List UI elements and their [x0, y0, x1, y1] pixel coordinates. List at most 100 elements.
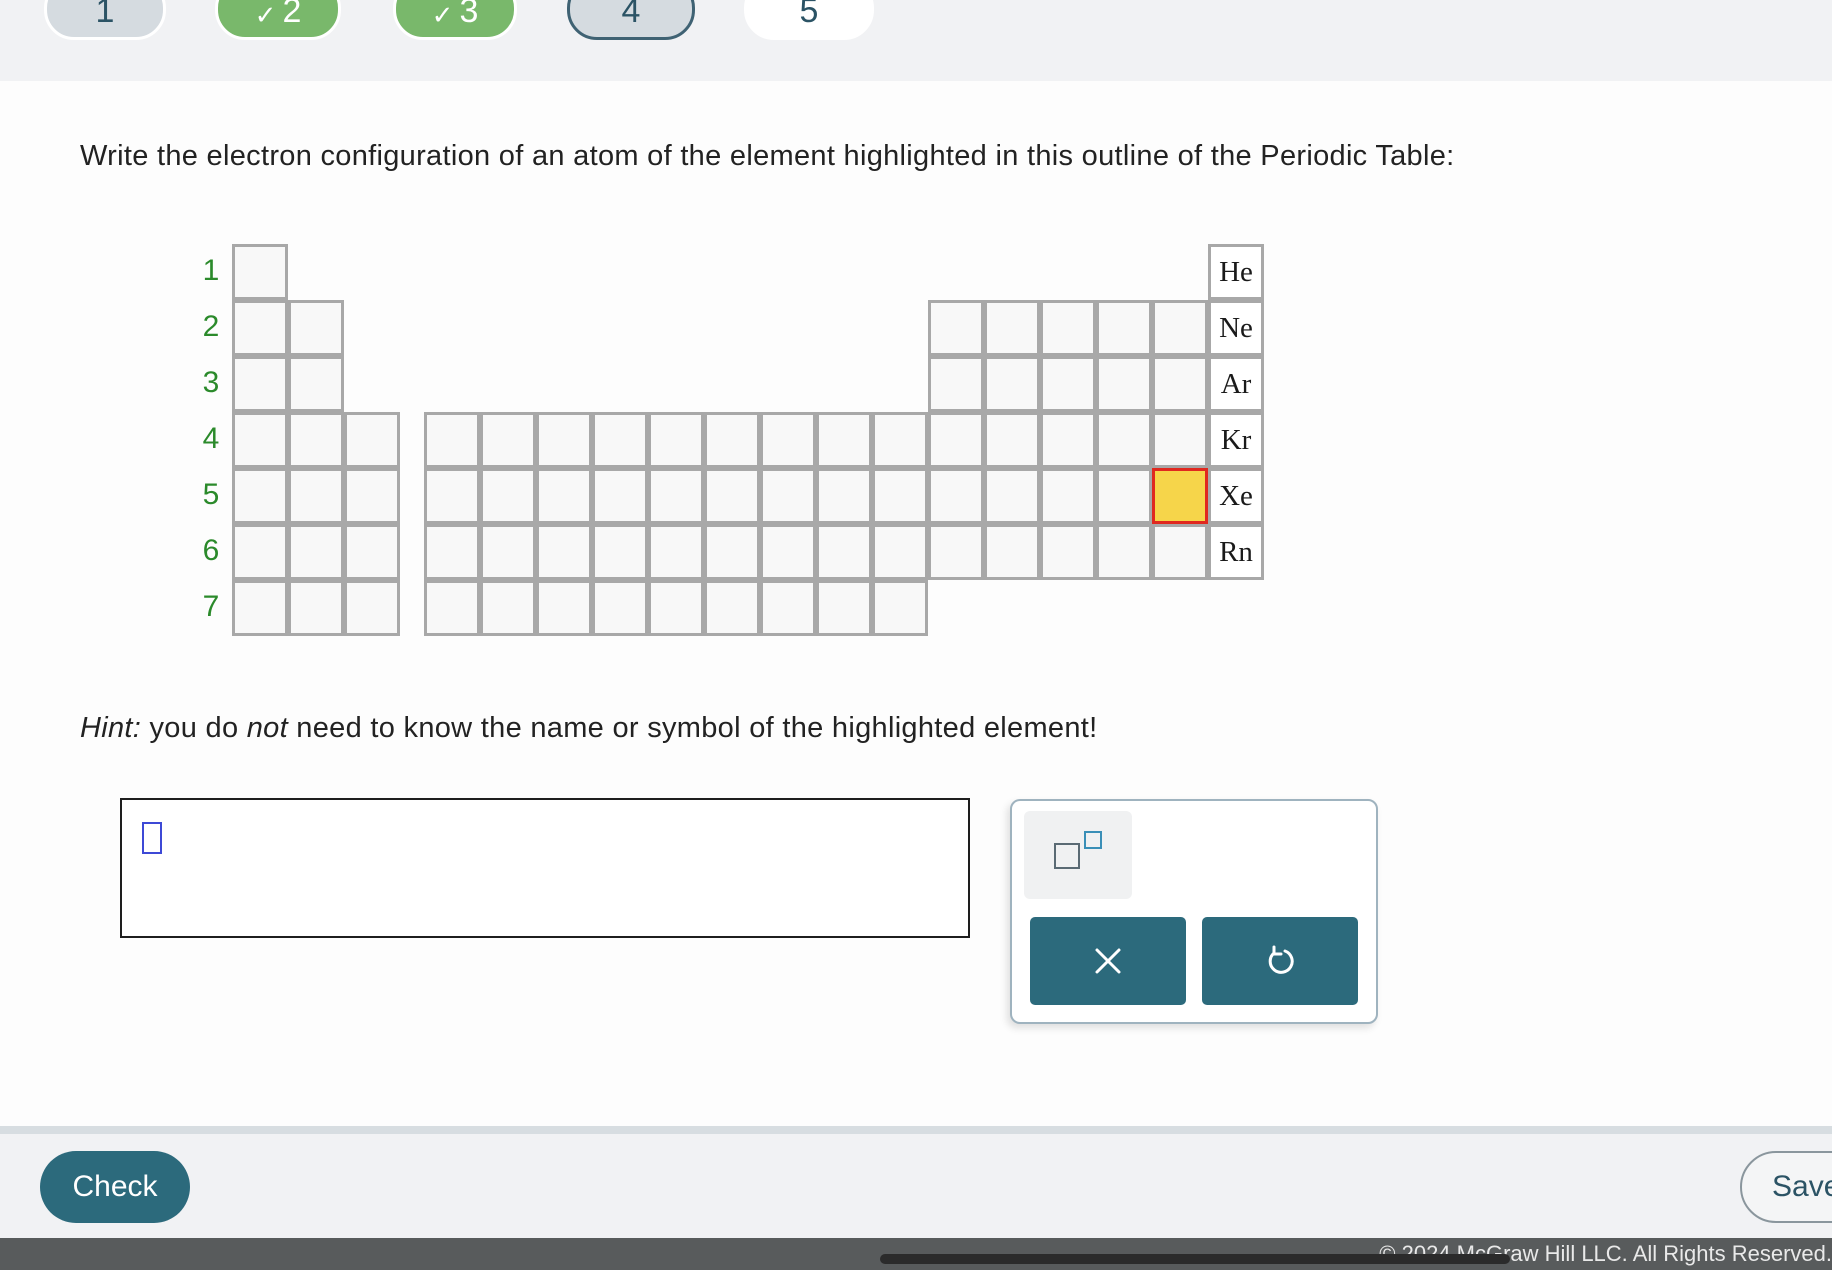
element-cell [232, 412, 288, 468]
element-cell [288, 580, 344, 636]
period-label: 3 [202, 366, 220, 399]
clear-button[interactable] [1030, 917, 1186, 1005]
element-cell [1096, 468, 1152, 524]
element-cell [424, 468, 480, 524]
element-cell [928, 300, 984, 356]
noble-gas-cell: Ne [1208, 300, 1264, 356]
element-cell [1040, 412, 1096, 468]
element-cell [592, 524, 648, 580]
noble-gas-cell: Ar [1208, 356, 1264, 412]
element-cell [872, 524, 928, 580]
element-cell [1152, 524, 1208, 580]
element-cell [1040, 468, 1096, 524]
check-button[interactable]: Check [40, 1151, 190, 1223]
checkmark-icon: ✓ [431, 0, 454, 30]
hint-part1: you do [141, 712, 247, 744]
period-label: 2 [202, 310, 220, 343]
element-cell [760, 412, 816, 468]
element-cell [704, 468, 760, 524]
element-cell [1096, 300, 1152, 356]
element-cell [344, 580, 400, 636]
step-label: 1 [95, 0, 115, 30]
step-5-button[interactable]: 5 [744, 0, 874, 40]
element-cell [480, 412, 536, 468]
element-cell [344, 524, 400, 580]
element-cell [232, 244, 288, 300]
close-icon [1095, 948, 1121, 974]
element-cell [536, 412, 592, 468]
element-cell [1096, 524, 1152, 580]
element-cell [1152, 300, 1208, 356]
element-cell [232, 580, 288, 636]
element-cell [984, 300, 1040, 356]
element-cell [648, 412, 704, 468]
element-cell [760, 468, 816, 524]
element-cell [984, 468, 1040, 524]
hint-emphasis: not [246, 712, 288, 744]
element-cell [816, 412, 872, 468]
element-cell [928, 468, 984, 524]
element-cell [648, 468, 704, 524]
element-cell [816, 524, 872, 580]
element-cell [288, 524, 344, 580]
element-cell [344, 412, 400, 468]
noble-gas-cell: Kr [1208, 412, 1264, 468]
element-cell [984, 356, 1040, 412]
element-cell [1040, 300, 1096, 356]
element-cell [984, 524, 1040, 580]
superscript-button[interactable] [1024, 811, 1132, 899]
element-cell [1152, 356, 1208, 412]
element-cell [424, 524, 480, 580]
element-cell [928, 356, 984, 412]
save-button[interactable]: Save [1740, 1151, 1832, 1223]
save-label: Save [1772, 1170, 1832, 1203]
noble-gas-cell: Xe [1208, 468, 1264, 524]
hint-prefix: Hint: [80, 712, 142, 744]
element-cell [928, 412, 984, 468]
element-cell [816, 580, 872, 636]
element-cell [288, 300, 344, 356]
step-label: 2 [282, 0, 302, 30]
element-cell [816, 468, 872, 524]
element-cell [480, 524, 536, 580]
element-cell [480, 468, 536, 524]
step-2-button[interactable]: ✓ 2 [215, 0, 341, 40]
element-cell [872, 580, 928, 636]
element-cell [592, 468, 648, 524]
element-cell [424, 412, 480, 468]
element-cell [232, 356, 288, 412]
element-cell [536, 580, 592, 636]
element-cell [536, 524, 592, 580]
element-cell [872, 468, 928, 524]
step-1-button[interactable]: 1 [44, 0, 166, 40]
element-cell [1152, 412, 1208, 468]
element-cell [984, 412, 1040, 468]
element-cell [232, 468, 288, 524]
question-prompt: Write the electron configuration of an a… [80, 140, 1455, 172]
undo-button[interactable] [1202, 917, 1358, 1005]
element-cell [344, 468, 400, 524]
checkmark-icon: ✓ [254, 0, 277, 30]
undo-icon [1268, 945, 1294, 974]
element-cell [760, 580, 816, 636]
step-label: 3 [459, 0, 479, 30]
step-3-button[interactable]: ✓ 3 [393, 0, 517, 40]
answer-input[interactable] [120, 798, 970, 938]
step-4-button[interactable]: 4 [567, 0, 695, 40]
horizontal-scrollbar[interactable] [880, 1254, 1510, 1264]
noble-gas-cell: Rn [1208, 524, 1264, 580]
input-placeholder-box [142, 822, 162, 854]
step-label: 5 [799, 0, 819, 30]
element-cell [1040, 356, 1096, 412]
element-cell [1096, 412, 1152, 468]
math-toolbar [1010, 799, 1378, 1024]
element-cell [592, 412, 648, 468]
period-label: 5 [202, 478, 220, 511]
footer-bar [0, 1134, 1832, 1238]
element-cell [648, 524, 704, 580]
hint-part2: need to know the name or symbol of the h… [287, 712, 1098, 744]
progress-bar: 1 ✓ 2 ✓ 3 4 5 [0, 0, 1832, 81]
element-cell [288, 356, 344, 412]
element-cell [480, 580, 536, 636]
period-label: 7 [202, 590, 220, 623]
